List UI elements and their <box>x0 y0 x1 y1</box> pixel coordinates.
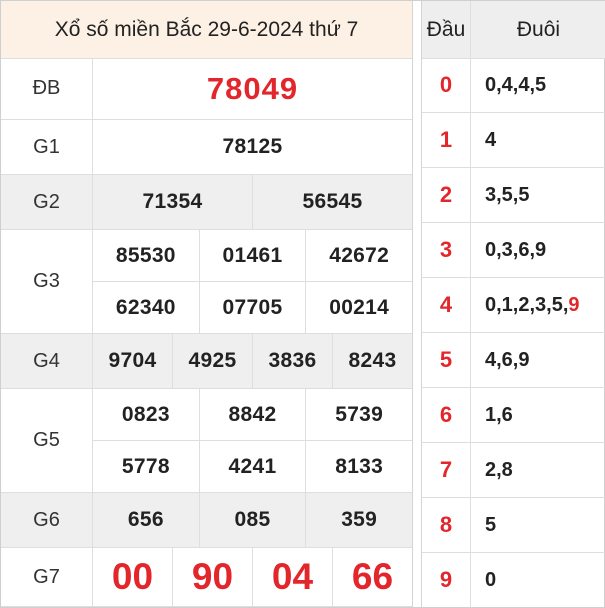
tail-digits: 4 <box>471 113 605 167</box>
head-digit: 2 <box>422 168 471 222</box>
tail-digits: 1,6 <box>471 388 605 442</box>
prize-number: 00214 <box>305 282 412 333</box>
prize-row: G2 71354 56545 <box>1 175 412 230</box>
prize-number: 00 <box>111 556 154 597</box>
prize-row: ĐB 78049 <box>1 58 412 120</box>
prize-number: 4925 <box>172 334 252 388</box>
loto-row: 6 1,6 <box>422 388 605 443</box>
loto-row: 14 <box>422 113 605 168</box>
loto-row: 5 4,6,9 <box>422 333 605 388</box>
prize-number: 62340 <box>115 295 176 319</box>
tail-column-label: Đuôi <box>516 17 561 41</box>
prize-number: 8243 <box>332 334 412 388</box>
head-digit: 1 <box>422 113 471 167</box>
head-digit: 8 <box>422 498 471 552</box>
tail-highlight-digit: 9 <box>568 293 580 316</box>
prize-number: 4241 <box>198 441 306 492</box>
prize-number: 01461 <box>198 230 306 281</box>
tail-digits-text: 0,3,6,9 <box>485 238 547 261</box>
tail-digits-text: 0,4,4,5 <box>485 73 547 96</box>
loto-row: 90 <box>422 553 605 607</box>
prize-row: G4 9704 4925 3836 8243 <box>1 334 412 389</box>
tail-digits: 3,5,5 <box>471 168 605 222</box>
prize-number: 359 <box>305 493 412 547</box>
tail-digits: 0 <box>471 553 605 607</box>
tail-digits: 0,1,2,3,5, 9 <box>471 278 605 332</box>
prize-number: 07705 <box>198 282 306 333</box>
loto-row: 4 0,1,2,3,5, 9 <box>422 278 605 333</box>
prize-table: Xổ số miền Bắc 29-6-2024 thứ 7 ĐB 78049 G1… <box>1 1 413 607</box>
tail-digits: 2,8 <box>471 443 605 497</box>
head-digit: 7 <box>422 443 471 497</box>
prize-number: 656 <box>127 508 164 531</box>
results-title: Xổ số miền Bắc 29-6-2024 thứ 7 <box>1 1 412 59</box>
loto-row: 85 <box>422 498 605 553</box>
tail-digits-text: 4 <box>485 128 497 151</box>
prize-row: G7 00 90 04 66 <box>1 548 412 607</box>
prize-number: 78049 <box>206 70 299 106</box>
prize-number: 085 <box>198 493 306 547</box>
tail-digits: 4,6,9 <box>471 333 605 387</box>
loto-row: 3 0,3,6,9 <box>422 223 605 278</box>
tail-digits: 5 <box>471 498 605 552</box>
prize-number: 90 <box>172 548 252 606</box>
loto-row: 2 3,5,5 <box>422 168 605 223</box>
tail-digits-text: 1,6 <box>485 403 513 426</box>
head-digit: 4 <box>422 278 471 332</box>
prize-row: G3 85530 01461 42672 62340 07705 00214 <box>1 230 412 334</box>
prize-row: G6 656 085 359 <box>1 493 412 548</box>
loto-table: Đầu Đuôi 0 0,4,4,5 1 4 2 3,5,5 3 0,3,6,9 4 0,1,2,… <box>421 1 605 607</box>
prize-number: 85530 <box>115 243 176 267</box>
prize-label: G7 <box>1 548 93 606</box>
tail-digits-text: 0 <box>485 568 497 591</box>
prize-number: 5739 <box>305 389 412 440</box>
head-digit: 6 <box>422 388 471 442</box>
tail-digits: 0,3,6,9 <box>471 223 605 277</box>
prize-number: 66 <box>332 548 412 606</box>
loto-row: 7 2,8 <box>422 443 605 498</box>
prize-label: G2 <box>1 175 93 229</box>
loto-header: Đầu Đuôi <box>422 1 605 59</box>
prize-label: G4 <box>1 334 93 388</box>
head-digit: 3 <box>422 223 471 277</box>
prize-number: 56545 <box>252 175 412 229</box>
head-column-label: Đầu <box>422 1 471 58</box>
tail-digits-text: 3,5,5 <box>485 183 530 206</box>
prize-number: 5778 <box>121 454 170 478</box>
head-digit: 5 <box>422 333 471 387</box>
tail-digits-text: 5 <box>485 513 497 536</box>
prize-row: G5 0823 8842 5739 5778 4241 8133 <box>1 389 412 493</box>
prize-label: G5 <box>1 389 93 492</box>
prize-number: 04 <box>252 548 332 606</box>
prize-label: G3 <box>1 230 93 333</box>
prize-label: ĐB <box>1 58 93 119</box>
tail-digits-text: 2,8 <box>485 458 513 481</box>
prize-row: G1 78125 <box>1 120 412 175</box>
prize-number: 0823 <box>121 402 170 426</box>
prize-number: 78125 <box>222 135 283 158</box>
prize-number: 8842 <box>198 389 306 440</box>
prize-number: 8133 <box>305 441 412 492</box>
prize-number: 42672 <box>305 230 412 281</box>
prize-number: 3836 <box>252 334 332 388</box>
loto-row: 0 0,4,4,5 <box>422 58 605 113</box>
tail-digits-text: 0,1,2,3,5, <box>485 293 569 316</box>
tail-digits-text: 4,6,9 <box>485 348 530 371</box>
tail-digits: 0,4,4,5 <box>471 58 605 112</box>
prize-label: G6 <box>1 493 93 547</box>
prize-number: 71354 <box>142 190 203 213</box>
head-digit: 0 <box>422 58 471 112</box>
results-frame: Xổ số miền Bắc 29-6-2024 thứ 7 ĐB 78049 G1… <box>0 0 605 608</box>
head-digit: 9 <box>422 553 471 607</box>
prize-number: 9704 <box>108 349 157 372</box>
prize-label: G1 <box>1 120 93 174</box>
